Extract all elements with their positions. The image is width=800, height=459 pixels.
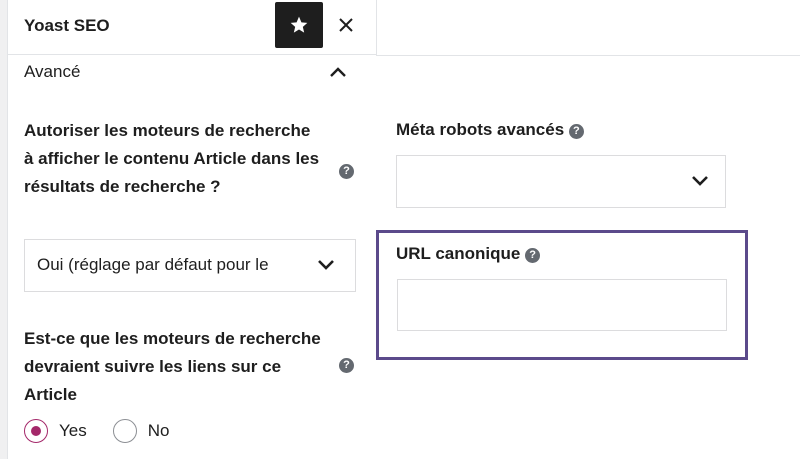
header-rule — [376, 55, 800, 56]
close-button[interactable] — [332, 8, 360, 42]
follow-links-radio-group: Yes No — [24, 418, 195, 444]
search-visibility-value: Oui (réglage par défaut pour le — [37, 255, 269, 274]
help-icon[interactable]: ? — [568, 124, 584, 139]
help-icon[interactable]: ? — [339, 358, 354, 373]
help-icon[interactable]: ? — [525, 248, 541, 263]
star-button[interactable] — [275, 2, 323, 48]
close-icon — [339, 18, 353, 32]
chevron-down-icon — [318, 260, 334, 270]
advanced-section-toggle[interactable]: Avancé — [8, 56, 376, 90]
star-icon — [290, 16, 308, 33]
radio-yes[interactable] — [24, 419, 48, 443]
radio-no-label[interactable]: No — [148, 421, 170, 441]
section-title: Avancé — [24, 62, 81, 81]
header-divider — [376, 0, 377, 56]
search-visibility-label: Autoriser les moteurs de recherche à aff… — [24, 121, 320, 196]
canonical-url-input[interactable] — [397, 279, 727, 331]
help-icon[interactable]: ? — [339, 164, 354, 179]
meta-robots-select[interactable] — [396, 155, 726, 208]
sidebar-title: Yoast SEO — [24, 16, 110, 35]
chevron-up-icon — [330, 67, 346, 77]
canonical-url-label: URL canonique ? — [396, 240, 541, 268]
canonical-url-label-text: URL canonique — [396, 244, 521, 263]
sidebar-header: Yoast SEO — [8, 0, 376, 55]
meta-robots-label-text: Méta robots avancés — [396, 120, 565, 139]
search-visibility-select[interactable]: Oui (réglage par défaut pour le — [24, 239, 356, 292]
meta-robots-label: Méta robots avancés ? — [396, 116, 584, 144]
follow-links-label: Est-ce que les moteurs de recherche devr… — [24, 329, 321, 404]
radio-yes-label[interactable]: Yes — [59, 421, 87, 441]
radio-no[interactable] — [112, 419, 137, 443]
chevron-down-icon — [692, 176, 708, 186]
editor-left-edge — [0, 0, 8, 459]
